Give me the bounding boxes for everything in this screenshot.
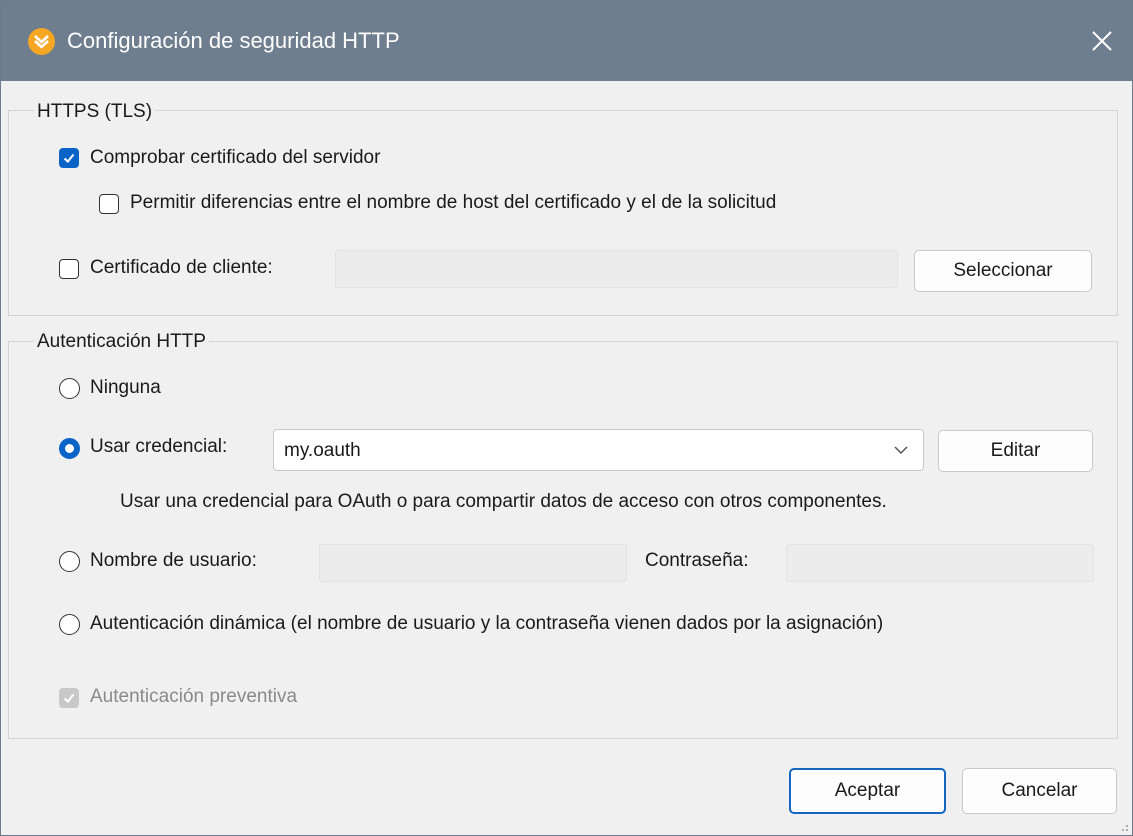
https-legend: HTTPS (TLS) bbox=[34, 100, 156, 124]
chevron-down-icon bbox=[894, 446, 908, 455]
credential-select[interactable]: my.oauth bbox=[273, 429, 924, 471]
auth-legend: Autenticación HTTP bbox=[34, 330, 209, 354]
app-icon bbox=[28, 28, 55, 55]
edit-button[interactable]: Editar bbox=[938, 430, 1093, 472]
select-button[interactable]: Seleccionar bbox=[914, 250, 1092, 292]
credential-select-value: my.oauth bbox=[284, 440, 361, 461]
ok-button[interactable]: Aceptar bbox=[789, 768, 946, 814]
http-security-dialog: Configuración de seguridad HTTP HTTPS (T… bbox=[0, 0, 1133, 836]
allow-mismatch-checkbox[interactable] bbox=[99, 194, 119, 214]
cancel-button[interactable]: Cancelar bbox=[962, 768, 1117, 814]
auth-dynamic-label[interactable]: Autenticación dinámica (el nombre de usu… bbox=[90, 612, 883, 636]
resize-grip-icon[interactable] bbox=[1119, 822, 1129, 832]
client-cert-checkbox[interactable] bbox=[59, 259, 79, 279]
username-field[interactable] bbox=[319, 544, 627, 582]
auth-none-label[interactable]: Ninguna bbox=[90, 376, 161, 400]
verify-cert-label[interactable]: Comprobar certificado del servidor bbox=[90, 146, 380, 170]
auth-credential-label[interactable]: Usar credencial: bbox=[90, 435, 227, 459]
preemptive-label[interactable]: Autenticación preventiva bbox=[90, 685, 297, 709]
window-title: Configuración de seguridad HTTP bbox=[67, 28, 400, 53]
allow-mismatch-label[interactable]: Permitir diferencias entre el nombre de … bbox=[130, 191, 776, 215]
client-cert-label[interactable]: Certificado de cliente: bbox=[90, 256, 273, 280]
title-bar: Configuración de seguridad HTTP bbox=[1, 1, 1132, 81]
username-label[interactable]: Nombre de usuario: bbox=[90, 549, 257, 573]
verify-cert-checkbox[interactable] bbox=[59, 148, 79, 168]
auth-none-radio[interactable] bbox=[59, 378, 80, 399]
close-icon[interactable] bbox=[1082, 21, 1122, 61]
preemptive-checkbox[interactable] bbox=[59, 688, 79, 708]
client-cert-field[interactable] bbox=[335, 250, 898, 288]
auth-userpass-radio[interactable] bbox=[59, 551, 80, 572]
password-field[interactable] bbox=[786, 544, 1094, 582]
password-label: Contraseña: bbox=[645, 550, 749, 571]
auth-credential-radio[interactable] bbox=[59, 438, 80, 459]
auth-group bbox=[8, 341, 1118, 739]
auth-dynamic-radio[interactable] bbox=[59, 614, 80, 635]
credential-hint: Usar una credencial para OAuth o para co… bbox=[120, 491, 887, 512]
